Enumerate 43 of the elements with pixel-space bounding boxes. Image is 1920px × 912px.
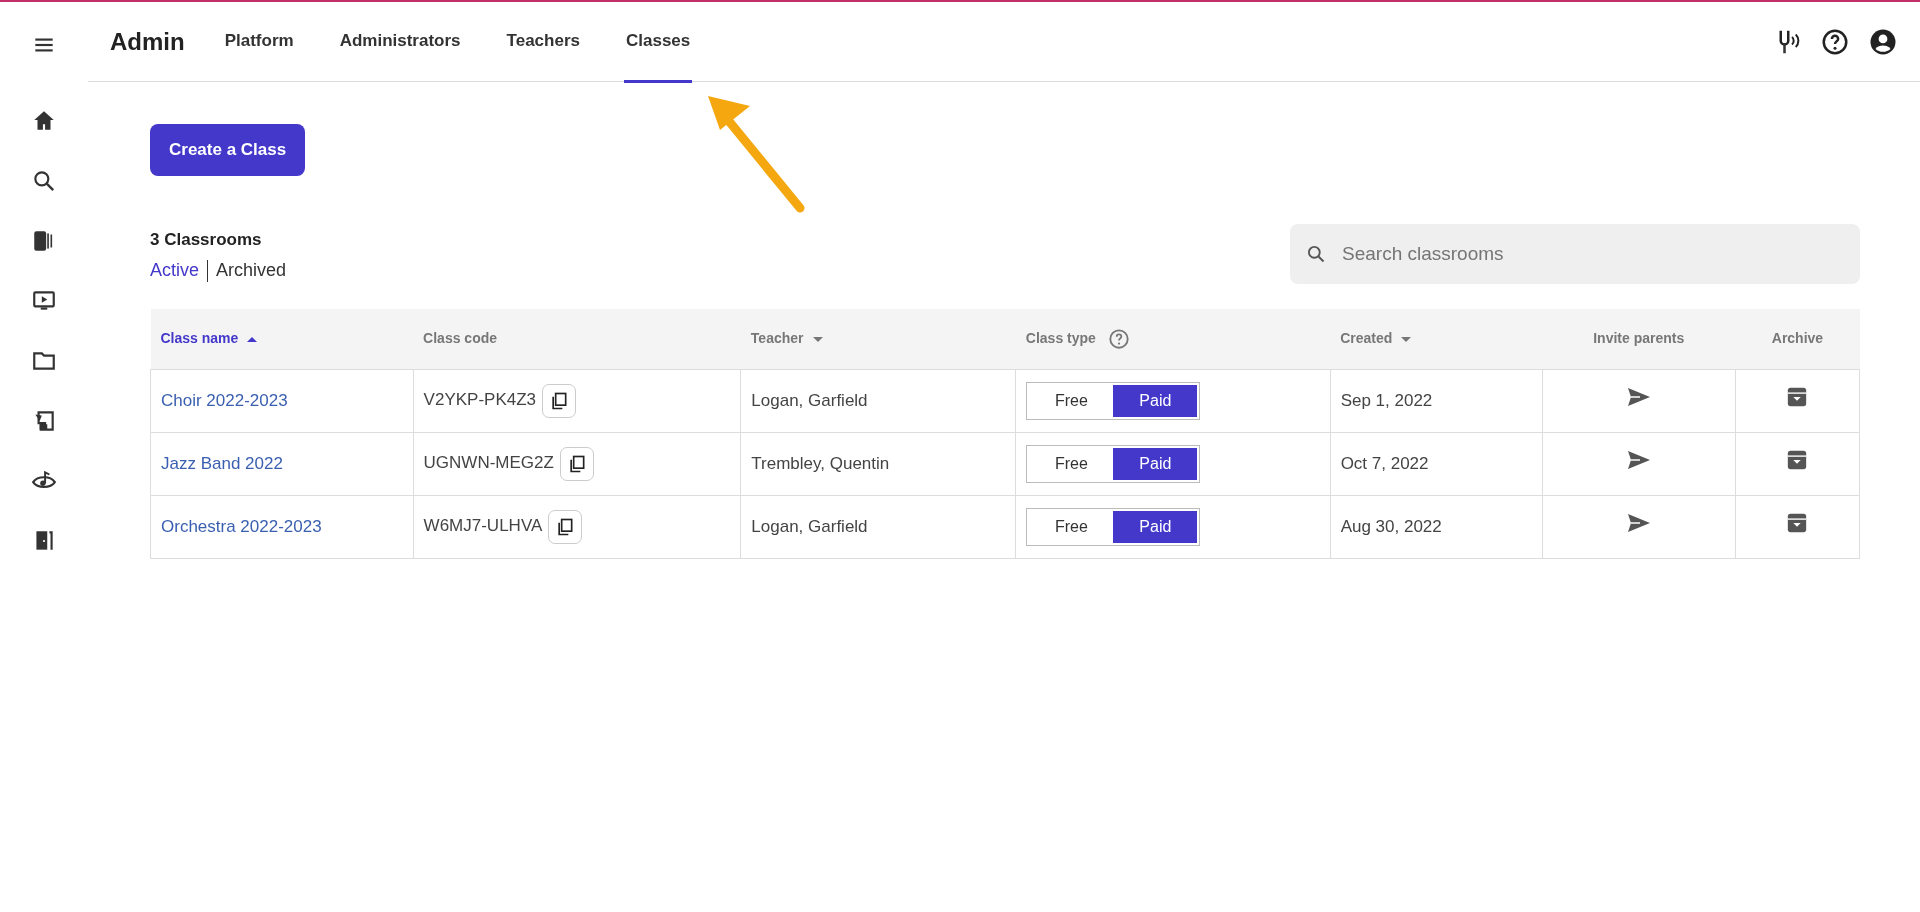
filter-link[interactable]: Archived bbox=[216, 256, 287, 284]
column-header[interactable]: Teacher bbox=[740, 308, 1016, 370]
nav-tab[interactable]: Teachers bbox=[504, 0, 582, 83]
class-type-option[interactable]: Paid bbox=[1113, 448, 1198, 480]
nav-tab[interactable]: Classes bbox=[623, 0, 693, 83]
classroom-count: 3 Classrooms bbox=[150, 229, 263, 251]
class-name-link[interactable]: Choir 2022-2023 bbox=[161, 391, 288, 411]
class-code: W6MJ7-ULHVA bbox=[423, 516, 543, 536]
archive-button[interactable] bbox=[1786, 449, 1809, 472]
copy-button[interactable] bbox=[559, 447, 594, 481]
filter-link[interactable]: Active bbox=[150, 256, 200, 284]
teacher-name: Trembley, Quentin bbox=[751, 454, 890, 474]
archive-button[interactable] bbox=[1786, 512, 1809, 535]
send-button[interactable] bbox=[1626, 386, 1651, 409]
copy-button[interactable] bbox=[542, 384, 577, 418]
teacher-name: Logan, Garfield bbox=[751, 391, 868, 411]
page-title: Admin bbox=[110, 26, 185, 57]
created-date: Aug 30, 2022 bbox=[1340, 517, 1442, 537]
column-header: Archive bbox=[1735, 308, 1860, 370]
created-date: Sep 1, 2022 bbox=[1340, 391, 1433, 411]
class-name-link[interactable]: Orchestra 2022-2023 bbox=[161, 517, 322, 537]
nav-tab[interactable]: Platform bbox=[222, 0, 296, 83]
class-code: UGNWN-MEG2Z bbox=[423, 453, 554, 473]
send-button[interactable] bbox=[1626, 449, 1651, 472]
column-header: Class type bbox=[1015, 308, 1331, 370]
column-header[interactable]: Class name bbox=[150, 308, 414, 370]
class-name-link[interactable]: Jazz Band 2022 bbox=[161, 454, 283, 474]
class-type-option[interactable]: Paid bbox=[1113, 511, 1198, 543]
archive-button[interactable] bbox=[1786, 386, 1809, 409]
class-code: V2YKP-PK4Z3 bbox=[423, 390, 537, 410]
create-class-button[interactable]: Create a Class bbox=[150, 124, 306, 176]
nav-tab[interactable]: Administrators bbox=[337, 0, 463, 83]
copy-button[interactable] bbox=[548, 510, 583, 544]
class-type-option[interactable]: Paid bbox=[1113, 385, 1198, 417]
column-header[interactable]: Created bbox=[1330, 308, 1543, 370]
teacher-name: Logan, Garfield bbox=[751, 517, 868, 537]
search-icon bbox=[1306, 243, 1326, 264]
search-field[interactable]: Search classrooms bbox=[1290, 223, 1860, 284]
created-date: Oct 7, 2022 bbox=[1340, 454, 1429, 474]
copy-icon bbox=[555, 517, 576, 537]
column-header: Class code bbox=[413, 308, 741, 370]
send-button[interactable] bbox=[1626, 512, 1651, 535]
column-header: Invite parents bbox=[1542, 308, 1736, 370]
